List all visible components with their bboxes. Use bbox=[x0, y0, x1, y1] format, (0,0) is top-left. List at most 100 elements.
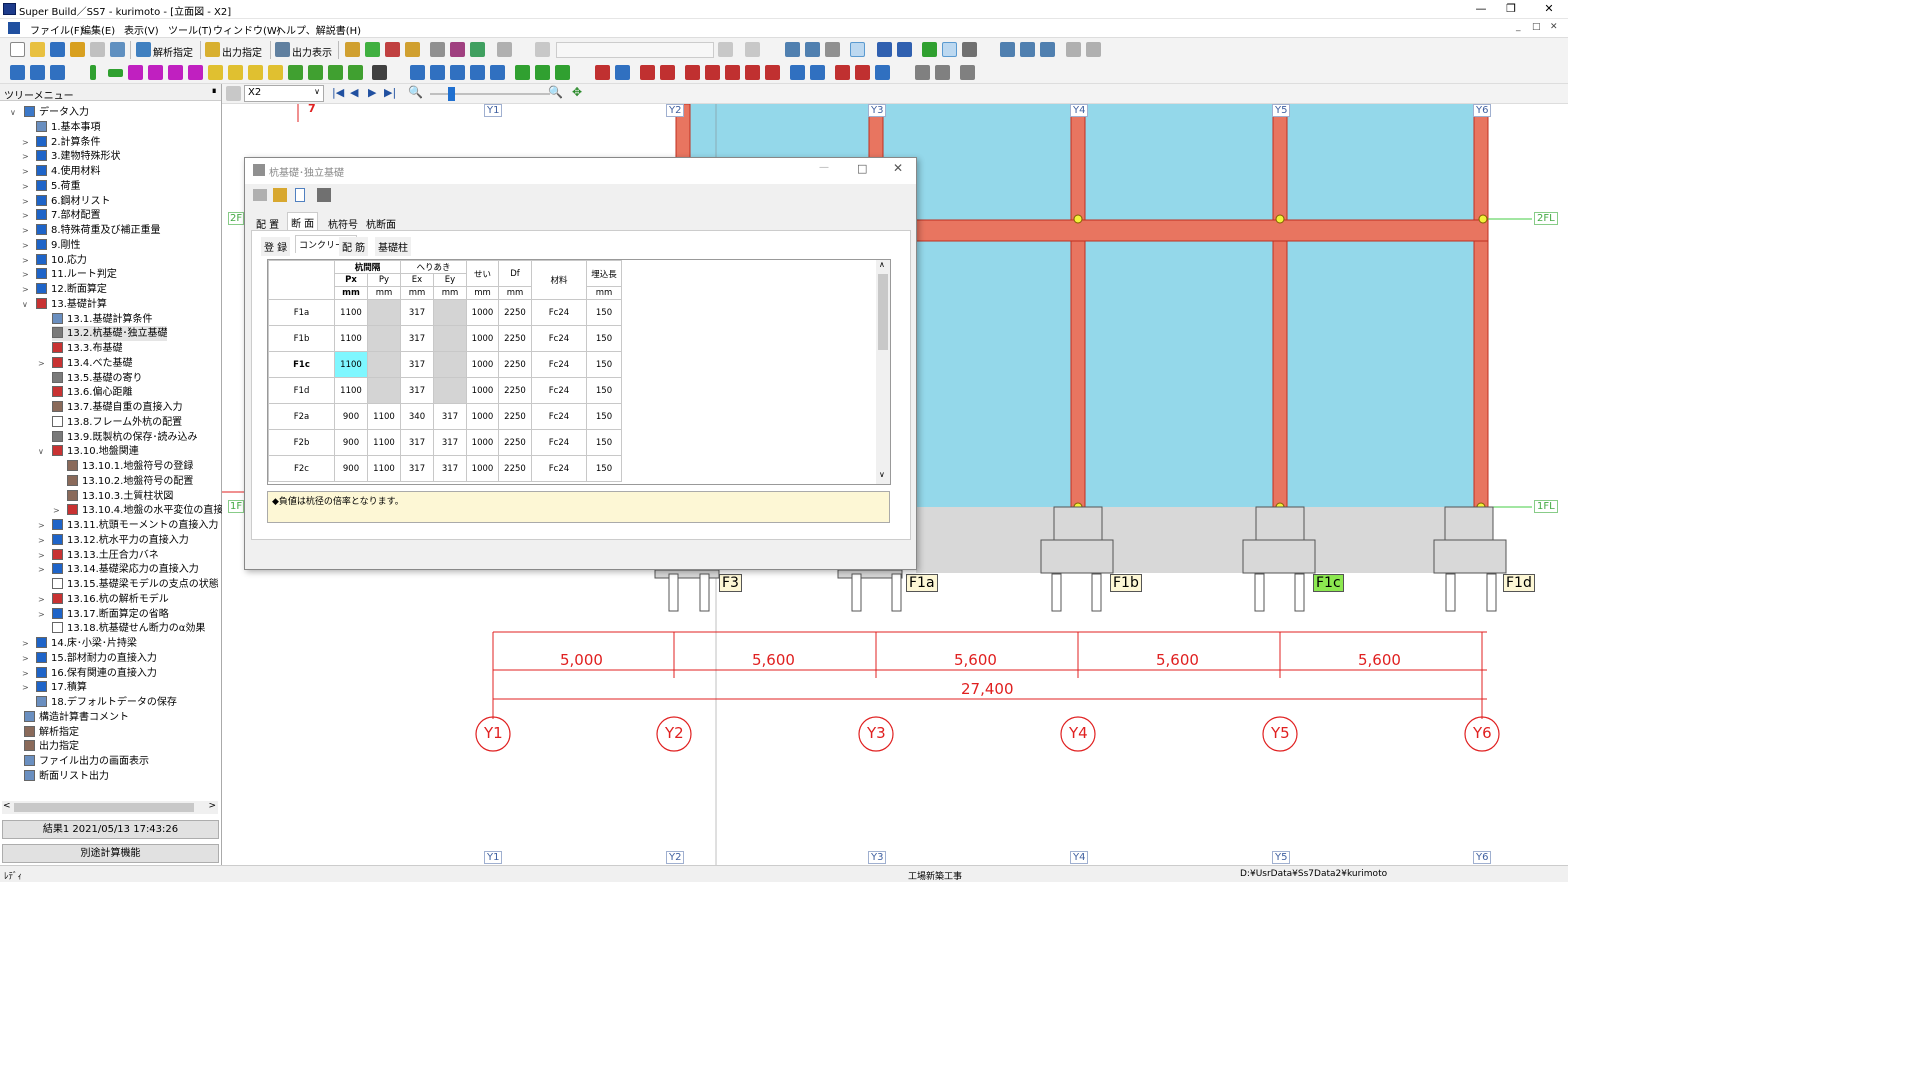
dialog-doc-icon[interactable] bbox=[295, 188, 305, 202]
cell-ex[interactable]: 317 bbox=[400, 299, 434, 326]
cell-emb[interactable]: 150 bbox=[586, 403, 622, 430]
tree-expander-icon[interactable]: > bbox=[22, 680, 30, 695]
tree-item[interactable]: 13.15.基礎梁モデルの支点の状態 bbox=[52, 577, 219, 592]
mdi-restore-button[interactable]: □ bbox=[1532, 22, 1541, 32]
tree-expander-icon[interactable]: ∨ bbox=[22, 297, 30, 312]
tree-expander-icon[interactable]: > bbox=[38, 607, 46, 622]
last-icon[interactable]: ▶| bbox=[384, 86, 396, 99]
erase-icon[interactable] bbox=[935, 65, 950, 80]
dialog-maximize-button[interactable]: □ bbox=[857, 162, 867, 175]
joint-icon[interactable] bbox=[515, 65, 530, 80]
cell-py[interactable] bbox=[367, 351, 401, 378]
scroll-left-icon[interactable]: < bbox=[3, 801, 11, 811]
row-name-cell[interactable]: F1b bbox=[268, 325, 335, 352]
cell-px[interactable]: 1100 bbox=[334, 299, 368, 326]
printer-icon[interactable] bbox=[960, 65, 975, 80]
cell-df[interactable]: 2250 bbox=[498, 299, 532, 326]
spring-icon[interactable] bbox=[555, 65, 570, 80]
cell-df[interactable]: 2250 bbox=[498, 377, 532, 404]
open-icon[interactable] bbox=[30, 42, 45, 57]
footing-label-f1c[interactable]: F1c bbox=[1313, 574, 1344, 592]
cell-px[interactable]: 900 bbox=[334, 403, 368, 430]
mark-icon[interactable] bbox=[835, 65, 850, 80]
scroll-down-icon[interactable]: ∨ bbox=[879, 470, 885, 479]
cell-ex[interactable]: 317 bbox=[400, 377, 434, 404]
footing-label-f1a[interactable]: F1a bbox=[906, 574, 938, 592]
subtab-foundation-column[interactable]: 基礎柱 bbox=[375, 237, 411, 256]
tree-item[interactable]: >9.剛性 bbox=[22, 238, 81, 253]
level-icon[interactable] bbox=[450, 65, 465, 80]
tree-item[interactable]: >11.ルート判定 bbox=[22, 267, 117, 282]
cell-mat[interactable]: Fc24 bbox=[531, 429, 587, 456]
row-name-cell[interactable]: F2a bbox=[268, 403, 335, 430]
tree-item[interactable]: ファイル出力の画面表示 bbox=[24, 754, 149, 769]
tree-item[interactable]: 1.基本事項 bbox=[36, 120, 101, 135]
row-name-cell[interactable]: F1c bbox=[268, 351, 335, 378]
color-icon[interactable] bbox=[365, 42, 380, 57]
cell-d[interactable]: 1000 bbox=[466, 429, 499, 456]
compare-icon[interactable] bbox=[1066, 42, 1081, 57]
tree-item[interactable]: >4.使用材料 bbox=[22, 164, 101, 179]
cell-df[interactable]: 2250 bbox=[498, 403, 532, 430]
align-icon[interactable] bbox=[490, 65, 505, 80]
layer-icon[interactable] bbox=[850, 42, 865, 57]
parapet-icon[interactable] bbox=[308, 65, 323, 80]
tree-expander-icon[interactable]: > bbox=[22, 179, 30, 194]
tree-item[interactable]: 13.10.2.地盤符号の配置 bbox=[67, 474, 193, 489]
tree-item[interactable]: 13.1.基礎計算条件 bbox=[52, 312, 152, 327]
table-scroll-thumb[interactable] bbox=[878, 274, 888, 350]
output-view-icon[interactable] bbox=[275, 42, 290, 57]
down-icon[interactable] bbox=[897, 42, 912, 57]
load-e-icon[interactable] bbox=[765, 65, 780, 80]
dialog-minimize-button[interactable]: — bbox=[819, 162, 829, 173]
cell-py[interactable] bbox=[367, 299, 401, 326]
close-button[interactable]: ✕ bbox=[1534, 0, 1564, 19]
cell-ex[interactable]: 317 bbox=[400, 325, 434, 352]
preview-icon[interactable] bbox=[450, 42, 465, 57]
cell-mat[interactable]: Fc24 bbox=[531, 351, 587, 378]
cell-ey[interactable] bbox=[433, 299, 467, 326]
hook-icon[interactable] bbox=[810, 65, 825, 80]
tree-item[interactable]: 13.6.偏心距離 bbox=[52, 385, 132, 400]
cell-py[interactable] bbox=[367, 325, 401, 352]
brace-icon[interactable] bbox=[168, 65, 183, 80]
mdi-minimize-button[interactable]: _ bbox=[1516, 22, 1521, 32]
new-icon[interactable] bbox=[10, 42, 25, 57]
tree-item[interactable]: >16.保有関連の直接入力 bbox=[22, 666, 157, 681]
print-setup-icon[interactable] bbox=[110, 42, 125, 57]
cell-ey[interactable] bbox=[433, 325, 467, 352]
list-icon[interactable] bbox=[385, 42, 400, 57]
link-icon[interactable] bbox=[615, 65, 630, 80]
cell-mat[interactable]: Fc24 bbox=[531, 403, 587, 430]
delete-icon[interactable] bbox=[745, 42, 760, 57]
load-b-icon[interactable] bbox=[705, 65, 720, 80]
tree-expander-icon[interactable]: > bbox=[22, 238, 30, 253]
diff-icon[interactable] bbox=[1086, 42, 1101, 57]
redo-icon[interactable] bbox=[718, 42, 733, 57]
tree-item[interactable]: >10.応力 bbox=[22, 253, 87, 268]
tree-expander-icon[interactable]: > bbox=[38, 592, 46, 607]
subtab-register[interactable]: 登 録 bbox=[261, 237, 291, 256]
tree-item[interactable]: 18.デフォルトデータの保存 bbox=[36, 695, 177, 710]
tree-item[interactable]: >17.積算 bbox=[22, 680, 87, 695]
tab-section[interactable]: 断 面 bbox=[287, 212, 319, 232]
tree-item[interactable]: 構造計算書コメント bbox=[24, 710, 129, 725]
load-d-icon[interactable] bbox=[745, 65, 760, 80]
subtab-rebar[interactable]: 配 筋 bbox=[339, 237, 369, 256]
tree-item[interactable]: >7.部材配置 bbox=[22, 208, 101, 223]
grid-icon[interactable] bbox=[805, 42, 820, 57]
cursor-icon[interactable] bbox=[962, 42, 977, 57]
mail-icon[interactable] bbox=[268, 65, 283, 80]
analysis-icon[interactable] bbox=[136, 42, 151, 57]
tree-item[interactable]: 13.3.布基礎 bbox=[52, 341, 122, 356]
scroll-right-icon[interactable]: > bbox=[208, 801, 216, 811]
separate-calc-button[interactable]: 別途計算機能 bbox=[2, 844, 219, 863]
window-icon[interactable] bbox=[785, 42, 800, 57]
cantilever-icon[interactable] bbox=[248, 65, 263, 80]
tree-item[interactable]: 13.8.フレーム外杭の配置 bbox=[52, 415, 182, 430]
cell-d[interactable]: 1000 bbox=[466, 403, 499, 430]
tree-expander-icon[interactable]: > bbox=[22, 666, 30, 681]
tree-item[interactable]: >13.11.杭頭モーメントの直接入力 bbox=[38, 518, 218, 533]
pin-icon[interactable]: ∎ bbox=[211, 86, 217, 96]
menu-file[interactable]: ファイル(F) bbox=[30, 22, 84, 37]
